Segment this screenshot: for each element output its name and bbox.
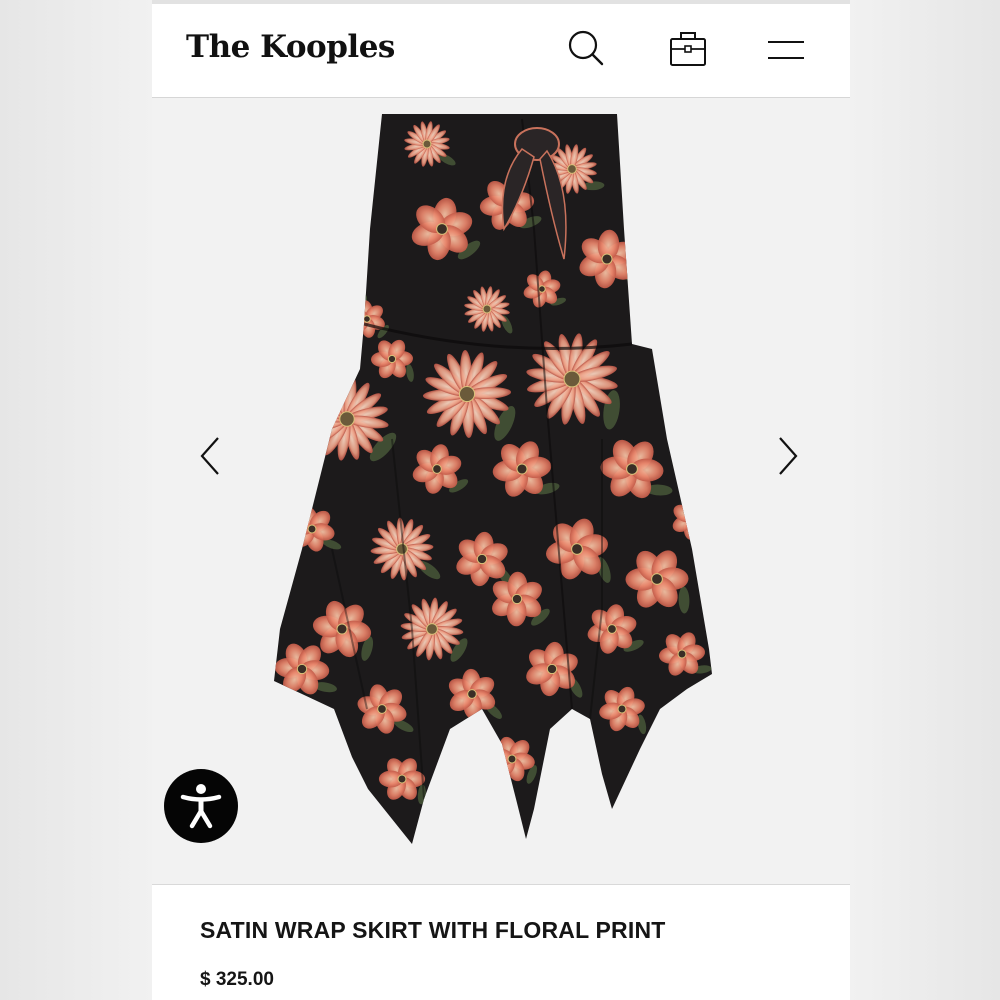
right-backdrop [850,0,1000,1000]
floral-motif [274,230,361,328]
brand-logo[interactable]: The Kooples [186,29,395,65]
chevron-left-icon [200,437,219,475]
next-image-button[interactable] [772,434,802,478]
product-image[interactable] [272,109,732,849]
shopping-bag-button[interactable] [668,28,708,68]
left-backdrop [0,0,152,1000]
product-info: SATIN WRAP SKIRT WITH FLORAL PRINT $ 325… [152,884,850,1000]
search-button[interactable] [566,28,606,68]
menu-button[interactable] [766,28,806,68]
shopping-bag-icon [670,32,706,66]
product-price: $ 325.00 [200,969,274,990]
accessibility-button[interactable] [164,769,238,843]
previous-image-button[interactable] [196,434,226,478]
hamburger-menu-icon [768,41,804,59]
site-header: The Kooples [152,4,850,98]
product-title: SATIN WRAP SKIRT WITH FLORAL PRINT [200,917,666,943]
floral-skirt-illustration [274,114,712,844]
mobile-page: The Kooples SATIN WRAP SKIRT WITH FLORAL… [152,0,850,1000]
chevron-right-icon [779,437,798,475]
accessibility-person-icon [180,784,222,829]
floral-motif [303,150,361,208]
search-icon [568,30,604,66]
product-gallery [152,99,850,884]
